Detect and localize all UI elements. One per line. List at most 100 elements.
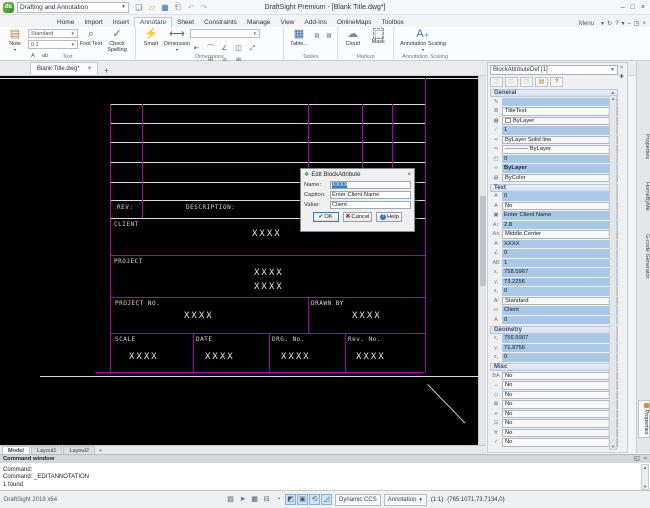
property-value[interactable]: 73.2256 [502, 278, 618, 287]
check-spelling-button[interactable]: ✓ Check Spelling [105, 28, 129, 53]
find-text-button[interactable]: ⌕ Find Text [79, 28, 103, 47]
drawing-canvas[interactable]: REV:DESCRIPTION:CLIENTXXXXPROJECTXXXXXXX… [0, 76, 486, 445]
command-scrollbar[interactable]: ▲▼ [641, 464, 649, 490]
close-button[interactable]: × [641, 4, 645, 11]
status-icon-5[interactable]: ◩ [285, 494, 296, 505]
status-icon-4[interactable]: ◔ [273, 494, 284, 505]
status-icon-1[interactable]: ➤ [237, 494, 248, 505]
ok-button[interactable]: ✔OK [313, 212, 339, 222]
qat-icon-3[interactable]: ⎗ [173, 2, 183, 12]
section-header-general[interactable]: General▴ [490, 89, 618, 97]
sheet-tab-model[interactable]: Model [2, 446, 30, 454]
text-size-combo[interactable]: 0.2▼ [28, 40, 78, 49]
status-icon-7[interactable]: ⟲ [309, 494, 320, 505]
minimize-button[interactable]: – [621, 4, 625, 11]
property-value[interactable]: No▼ [502, 438, 618, 447]
workspace-selector[interactable]: Drafting and Annotation ▼ [17, 2, 129, 13]
property-value[interactable]: No▼ [502, 410, 618, 419]
panel-pin-icon[interactable]: ✚ [619, 74, 624, 80]
status-icon-6[interactable]: ▣ [297, 494, 308, 505]
sheet-tab-layout2[interactable]: Layout2 [63, 446, 95, 454]
property-value[interactable]: Enter Client Name [502, 211, 618, 220]
document-tab-close-icon[interactable]: × [88, 66, 92, 72]
smart-dimension-button[interactable]: ⚡ Smart [139, 28, 163, 47]
dimension-tool-icon-1[interactable]: ⌒ [204, 43, 217, 54]
dimension-tool-icon-3[interactable]: ◫ [232, 43, 245, 54]
entity-selector-combo[interactable]: BlockAttributeDef [1] ▼ [490, 65, 618, 75]
dialog-close-icon[interactable]: × [407, 172, 411, 178]
canvas-scrollbar[interactable] [478, 76, 486, 445]
property-value[interactable]: 0 [502, 249, 618, 258]
property-value[interactable]: No▼ [502, 429, 618, 438]
property-value[interactable]: ByLayer [502, 164, 618, 173]
cloud-button[interactable]: ☁ Cloud [341, 28, 365, 47]
ribbon-tab-onlinemaps[interactable]: OnlineMaps [332, 18, 377, 27]
property-value[interactable]: No▼ [502, 372, 618, 381]
ribbon-tab-annotate[interactable]: Annotate [134, 17, 172, 27]
ribbon-tab-constraints[interactable]: Constraints [199, 18, 242, 27]
sheet-tab-layout1[interactable]: Layout1 [31, 446, 63, 454]
dimension-style-combo[interactable]: ▼ [190, 29, 260, 38]
new-document-tab-button[interactable]: + [104, 66, 109, 75]
property-value[interactable]: 758.5967 [502, 268, 618, 277]
qat-icon-4[interactable]: ↶ [186, 3, 196, 12]
ribbon-tab-home[interactable]: Home [52, 18, 79, 27]
help-button[interactable]: ?Help [376, 212, 402, 222]
section-header-text[interactable]: Text▴ [490, 184, 618, 192]
dimension-tool-icon-0[interactable]: ⇤ [190, 43, 203, 54]
property-value[interactable]: 71.9756 [502, 344, 618, 353]
dimension-tool-icon-4[interactable]: ⤢ [246, 43, 259, 54]
ribbon-tab-add-ins[interactable]: Add-Ins [299, 18, 331, 27]
property-value[interactable]: 0 [502, 316, 618, 325]
status-icon-3[interactable]: ⊟ [261, 494, 272, 505]
note-button[interactable]: ▤ Note▾ [3, 28, 27, 52]
qat-icon-0[interactable]: ❏ [134, 3, 144, 12]
property-value[interactable] [502, 98, 618, 107]
command-window-header[interactable]: Command window ◱× [0, 455, 650, 463]
dimension-tool-icon-2[interactable]: ∠ [218, 43, 231, 54]
document-tab[interactable]: Blank Title.dwg* × [30, 62, 98, 75]
ribbon-tab-view[interactable]: View [275, 18, 299, 27]
status-icon-0[interactable]: ▨ [225, 494, 236, 505]
dialog-field-input[interactable]: Enter Client Name [330, 191, 411, 199]
status-icon-2[interactable]: ▦ [249, 494, 260, 505]
text-style-combo[interactable]: Standard▼ [28, 29, 78, 38]
dialog-field-input[interactable]: XXXX [330, 181, 411, 189]
ribbon-tab-sheet[interactable]: Sheet [172, 18, 199, 27]
command-window-icon-0[interactable]: ◱ [634, 456, 639, 462]
table-mini-icon-1[interactable]: ▧ [324, 31, 334, 39]
property-value[interactable]: 2.8 [502, 221, 618, 230]
property-value[interactable]: No▼ [502, 202, 618, 211]
panel-tool-3[interactable]: ▤ [535, 77, 548, 87]
property-value[interactable]: 0 [502, 192, 618, 201]
property-value[interactable]: No▼ [502, 391, 618, 400]
qat-icon-2[interactable]: ▦ [160, 3, 170, 12]
maximize-button[interactable]: □ [631, 4, 635, 11]
status-icon-8[interactable]: ◿ [321, 494, 332, 505]
property-value[interactable]: XXXX [502, 240, 618, 249]
property-value[interactable]: Middle Center▼ [502, 230, 618, 239]
command-log[interactable]: Command: *Cancel*Command:Command: _EDITA… [0, 463, 650, 491]
property-value[interactable]: ByColor▼ [502, 174, 618, 183]
property-value[interactable]: 1 [502, 259, 618, 268]
panel-tool-4[interactable]: ? [550, 77, 563, 87]
property-value[interactable]: 0 [502, 353, 618, 362]
dynamic-ccs-button[interactable]: Dynamic CCS [335, 494, 381, 506]
palette-tab-properties[interactable]: Properties [638, 132, 650, 161]
annotation-scaling-button[interactable]: A₊ Annotation Scaling▾ [397, 28, 449, 52]
panel-scrollbar[interactable]: ▲▼ [609, 95, 617, 450]
ribbon-tab-manage[interactable]: Manage [242, 18, 276, 27]
section-header-misc[interactable]: Misc▴ [490, 363, 618, 371]
property-value[interactable]: 0 [502, 155, 618, 164]
ribbon-tab-insert[interactable]: Insert [108, 18, 134, 27]
property-value[interactable]: ByLayer▼ [502, 117, 618, 126]
property-value[interactable]: ———— ByLayer▼ [502, 145, 618, 154]
qat-icon-5[interactable]: ↷ [199, 3, 209, 12]
table-button[interactable]: ▦ Table... [287, 28, 311, 47]
ribbon-tab-toolbox[interactable]: Toolbox [377, 18, 409, 27]
property-value[interactable]: No▼ [502, 419, 618, 428]
section-header-geometry[interactable]: Geometry▴ [490, 326, 618, 334]
property-value[interactable]: 0 [502, 287, 618, 296]
property-value[interactable]: 756.5907 [502, 334, 618, 343]
property-value[interactable]: No▼ [502, 381, 618, 390]
